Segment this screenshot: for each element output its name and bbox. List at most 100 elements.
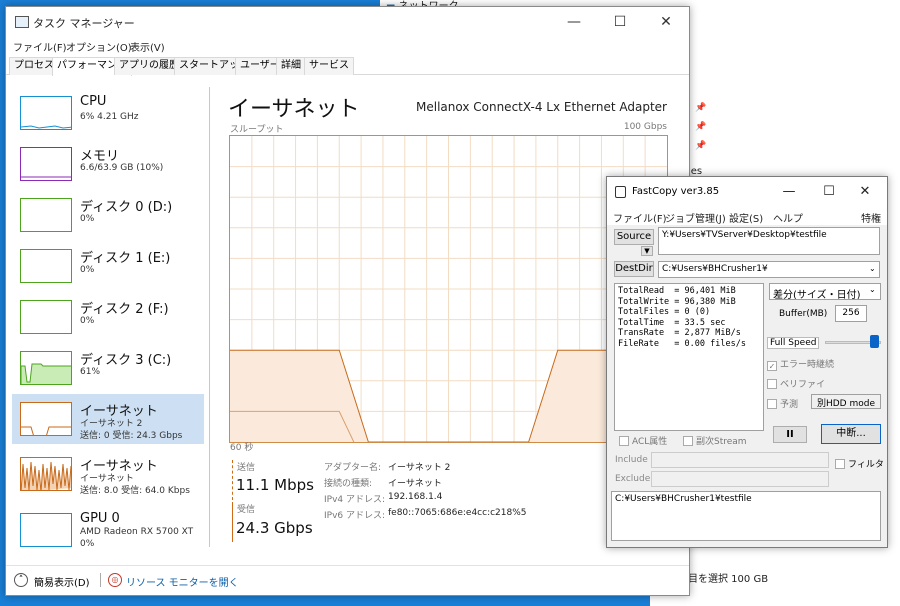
buffer-input[interactable]: 256 — [835, 305, 867, 322]
tab-bar: プロセス パフォーマンス アプリの履歴 スタートアップ ユーザー 詳細 サービス — [6, 57, 689, 76]
dest-path-field[interactable]: C:¥Users¥BHCrusher1¥ — [658, 261, 880, 278]
checkbox-box — [683, 436, 693, 446]
sidebar-item-detail: 0% — [80, 316, 95, 326]
sidebar-item-gpu[interactable]: GPU 0 AMD Radeon RX 5700 XT 0% — [12, 505, 204, 555]
estimate-checkbox[interactable]: 予測 — [767, 397, 798, 410]
page-title: イーサネット — [228, 97, 360, 122]
include-field[interactable] — [651, 452, 829, 468]
maximize-button[interactable]: ☐ — [597, 7, 643, 37]
verify-checkbox[interactable]: ベリファイ — [767, 377, 825, 390]
menu-options[interactable]: オプション(O) — [66, 39, 132, 54]
resource-sidebar: CPU 6% 4.21 GHz メモリ 6.6/63.9 GB (10%) ディ… — [7, 75, 207, 553]
info-key: 接続の種類: — [324, 479, 373, 489]
sidebar-item-memory[interactable]: メモリ 6.6/63.9 GB (10%) — [12, 139, 204, 189]
exclude-field[interactable] — [651, 471, 829, 487]
disk-3-thumbnail — [20, 351, 72, 385]
sidebar-item-name: CPU — [80, 94, 107, 109]
title-bar[interactable]: タスク マネージャー — ☐ ✕ — [6, 7, 689, 37]
acl-checkbox[interactable]: ACL属性 — [619, 434, 667, 447]
sidebar-item-name: メモリ — [80, 149, 120, 164]
stop-button[interactable]: 中断... — [821, 424, 881, 444]
sidebar-item-detail: 0% — [80, 214, 95, 224]
minimize-button[interactable]: — — [551, 7, 597, 37]
menu-file[interactable]: ファイル(F) — [613, 210, 667, 225]
status-path: C:¥Users¥BHCrusher1¥testfile — [615, 494, 752, 504]
sidebar-divider — [209, 87, 210, 547]
menu-file[interactable]: ファイル(F) — [13, 39, 67, 54]
chevron-down-icon[interactable]: ⌄ — [869, 285, 876, 294]
tab-details[interactable]: 詳細 — [276, 57, 306, 75]
throughput-graph — [229, 135, 668, 443]
sidebar-item-detail-2: 送信: 8.0 受信: 64.0 Kbps — [80, 486, 190, 496]
exclude-label: Exclude — [615, 474, 651, 484]
info-key: アダプター名: — [324, 463, 382, 473]
resource-monitor-link[interactable]: リソース モニターを開く — [126, 574, 239, 589]
menu-bar: ファイル(F) オプション(O) 表示(V) — [6, 37, 689, 55]
throughput-label: スループット — [230, 125, 284, 135]
source-button[interactable]: Source — [614, 229, 654, 245]
info-value: イーサネット — [388, 479, 442, 489]
error-continue-checkbox[interactable]: ✓ エラー時継続 — [767, 357, 834, 371]
sidebar-item-name: GPU 0 — [80, 511, 120, 526]
tab-services[interactable]: サービス — [304, 57, 354, 75]
status-area: C:¥Users¥BHCrusher1¥testfile — [611, 491, 881, 541]
source-path-field[interactable]: Y:¥Users¥TVServer¥Desktop¥testfile — [658, 227, 880, 255]
sidebar-item-ethernet[interactable]: イーサネット イーサネット 送信: 8.0 受信: 64.0 Kbps — [12, 449, 204, 499]
menu-settings[interactable]: 設定(S) — [729, 210, 763, 225]
chevron-up-icon[interactable]: ˄ — [14, 573, 28, 587]
throughput-graph-svg — [230, 136, 667, 443]
fastcopy-title: FastCopy ver3.85 — [632, 186, 720, 197]
sidebar-item-disk-1[interactable]: ディスク 1 (E:) 0% — [12, 241, 204, 291]
speed-slider-thumb[interactable] — [870, 335, 879, 348]
explorer-status: 目を選択 100 GB — [688, 574, 769, 585]
mode-select-value: 差分(サイズ・日付) — [773, 290, 861, 300]
info-key: IPv6 アドレス: — [324, 511, 386, 521]
adapter-name: Mellanox ConnectX-4 Lx Ethernet Adapter — [416, 100, 667, 114]
dest-path-value: C:¥Users¥BHCrusher1¥ — [662, 264, 768, 274]
sidebar-item-disk-3[interactable]: ディスク 3 (C:) 61% — [12, 343, 204, 393]
checkbox-box — [767, 379, 777, 389]
sidebar-item-detail-2: 0% — [80, 539, 95, 549]
destdir-button[interactable]: DestDir — [614, 261, 654, 277]
pause-button[interactable]: II — [773, 426, 807, 443]
maximize-button[interactable]: ☐ — [811, 177, 847, 207]
speed-label: Full Speed — [767, 337, 820, 349]
receive-value: 24.3 Gbps — [236, 519, 313, 537]
minimize-button[interactable]: — — [771, 177, 807, 207]
include-label: Include — [615, 455, 648, 465]
sidebar-item-detail: 0% — [80, 265, 95, 275]
stream-checkbox[interactable]: 副次Stream — [683, 434, 747, 447]
close-button[interactable]: ✕ — [847, 177, 883, 207]
menu-job[interactable]: ジョブ管理(J) — [665, 210, 726, 225]
result-log: TotalRead = 96,401 MiB TotalWrite = 96,3… — [614, 283, 764, 431]
pin-icon: 📌 — [695, 122, 707, 132]
source-dropdown-button[interactable]: ▼ — [641, 246, 653, 256]
pin-icon: 📌 — [695, 103, 707, 113]
info-value: 192.168.1.4 — [388, 492, 443, 502]
info-key: IPv4 アドレス: — [324, 495, 386, 505]
sidebar-item-disk-0[interactable]: ディスク 0 (D:) 0% — [12, 190, 204, 240]
mode-select[interactable]: 差分(サイズ・日付) — [769, 283, 881, 300]
resource-monitor-icon: ◎ — [108, 573, 122, 587]
hdd-mode-indicator: 別HDD mode — [811, 394, 881, 409]
close-button[interactable]: ✕ — [643, 7, 689, 37]
sidebar-item-name: ディスク 1 (E:) — [80, 251, 171, 266]
menu-view[interactable]: 表示(V) — [130, 39, 165, 54]
disk-0-thumbnail — [20, 198, 72, 232]
send-value: 11.1 Mbps — [236, 476, 314, 494]
info-value: イーサネット 2 — [388, 463, 451, 473]
fastcopy-title-bar[interactable]: FastCopy ver3.85 — ☐ ✕ — [607, 177, 887, 207]
sidebar-item-ethernet-2[interactable]: イーサネット イーサネット 2 送信: 0 受信: 24.3 Gbps — [12, 394, 204, 444]
ethernet-thumbnail — [20, 457, 72, 491]
filter-checkbox[interactable]: フィルタ — [835, 457, 884, 470]
gpu-thumbnail — [20, 513, 72, 547]
chevron-down-icon[interactable]: ⌄ — [869, 264, 876, 273]
fewer-details-link[interactable]: 簡易表示(D) — [34, 574, 90, 589]
footer: ˄ 簡易表示(D) ◎ リソース モニターを開く — [6, 565, 689, 595]
ethernet-2-thumbnail — [20, 402, 72, 436]
menu-help[interactable]: ヘルプ — [773, 210, 803, 225]
task-manager-icon — [15, 16, 29, 28]
sidebar-item-disk-2[interactable]: ディスク 2 (F:) 0% — [12, 292, 204, 342]
sidebar-item-cpu[interactable]: CPU 6% 4.21 GHz — [12, 88, 204, 138]
menu-privilege[interactable]: 特権 — [861, 210, 881, 225]
